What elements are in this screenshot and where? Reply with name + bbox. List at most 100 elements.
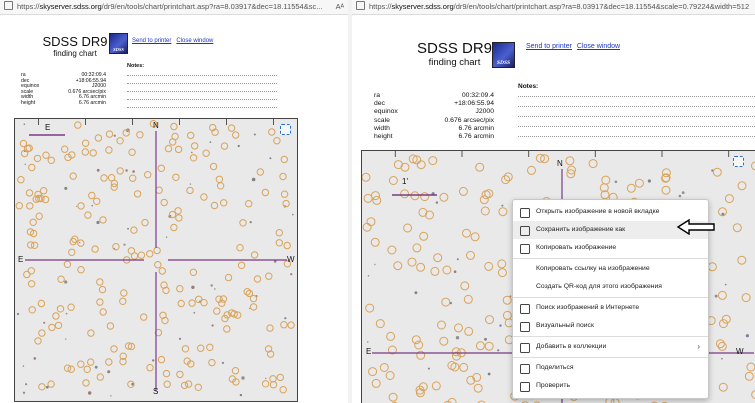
star: [499, 324, 502, 327]
address-bar[interactable]: https://skyserver.sdss.org/dr9/en/tools/…: [0, 0, 348, 15]
star: [678, 194, 682, 198]
star: [456, 258, 459, 261]
star: [65, 312, 68, 315]
star: [110, 395, 112, 397]
star: [724, 283, 727, 286]
send-to-printer-link[interactable]: Send to printer: [132, 38, 171, 44]
fullscreen-icon[interactable]: [280, 124, 291, 135]
menu-separator: [513, 258, 708, 259]
star: [745, 334, 749, 338]
context-menu-item[interactable]: Добавить в коллекции ›: [513, 338, 708, 356]
star: [367, 341, 369, 343]
param-row: scale 0.676 arcsec/pix: [374, 117, 494, 125]
star: [455, 336, 460, 340]
star: [43, 321, 46, 324]
star: [414, 291, 418, 295]
star: [210, 284, 213, 287]
context-menu-item[interactable]: Визуальный поиск: [513, 317, 708, 335]
context-menu-label: Создать QR-код для этого изображения: [536, 283, 662, 290]
header-links: Send to printer Close window: [526, 43, 625, 50]
context-menu-item[interactable]: Создать QR-код для этого изображения: [513, 278, 708, 296]
star: [647, 179, 651, 183]
compass-east-top: E: [45, 123, 51, 132]
star: [484, 337, 487, 341]
notes-line: [127, 107, 277, 108]
sdss-logo-text: SDSS: [113, 47, 124, 52]
close-window-link[interactable]: Close window: [176, 38, 213, 44]
star: [453, 270, 457, 273]
context-menu-item[interactable]: Поделиться: [513, 359, 708, 377]
context-menu-label: Открыть изображение в новой вкладке: [536, 208, 660, 215]
url-path: /dr9/en/tools/chart/printchart.asp?ra=8.…: [101, 2, 323, 11]
context-menu-item[interactable]: Копировать ссылку на изображение: [513, 260, 708, 278]
finding-chart-image[interactable]: N S E W E: [14, 118, 298, 402]
url-path: /dr9/en/tools/chart/printchart.asp?ra=8.…: [453, 2, 750, 11]
star: [241, 376, 245, 380]
star: [714, 294, 718, 298]
context-menu-label: Поделиться: [536, 364, 574, 371]
page-content: SDSS DR9 finding chart SDSS Send to prin…: [0, 14, 348, 403]
share-icon: [520, 364, 530, 374]
param-row: height 6.76 arcmin: [374, 133, 494, 141]
reader-mode-icon[interactable]: Aᴬ: [336, 0, 344, 14]
param-key: width: [374, 124, 390, 132]
param-value: 6.76 arcmin: [458, 124, 494, 132]
star: [22, 391, 26, 394]
star: [96, 220, 100, 225]
star: [221, 361, 225, 365]
param-key: equinox: [374, 108, 398, 116]
star: [211, 324, 214, 327]
context-menu-label: Визуальный поиск: [536, 322, 594, 329]
param-value: 00:32:09.4: [461, 92, 494, 99]
param-value: 6.76 arcmin: [78, 99, 106, 106]
params-table: ra 00:32:09.4 dec +18:06:55.94 equinox J2000 s…: [21, 72, 106, 106]
notes-line: [127, 99, 277, 100]
param-row: dec +18:06:55.94: [374, 100, 494, 108]
fullscreen-icon[interactable]: [733, 156, 744, 167]
close-window-link[interactable]: Close window: [577, 43, 620, 50]
star: [435, 201, 439, 204]
left-browser-window: https://skyserver.sdss.org/dr9/en/tools/…: [0, 0, 349, 403]
sdss-logo: SDSS: [109, 33, 128, 54]
star: [132, 170, 135, 173]
menu-separator: [513, 297, 708, 298]
collections-icon: [520, 343, 530, 353]
context-menu-item[interactable]: Проверить: [513, 377, 708, 395]
star: [427, 367, 430, 370]
param-key: height: [21, 99, 36, 106]
save-image-icon: [520, 226, 530, 236]
send-to-printer-link[interactable]: Send to printer: [526, 43, 572, 50]
star: [113, 134, 116, 137]
arrow-annotation-icon: [676, 219, 715, 235]
param-row: ra 00:32:09.4: [374, 92, 494, 100]
param-key: dec: [374, 100, 385, 108]
compass-south: S: [153, 387, 159, 396]
param-key: height: [374, 132, 393, 140]
star: [178, 337, 182, 340]
address-bar[interactable]: https://skyserver.sdss.org/dr9/en/tools/…: [352, 0, 755, 15]
param-row: width 6.76 arcmin: [374, 125, 494, 133]
compass-north: N: [557, 159, 563, 168]
compass-east: E: [18, 255, 24, 264]
notes-line: [518, 136, 755, 137]
star: [165, 236, 168, 238]
context-menu-label: Сохранить изображение как: [536, 226, 626, 233]
context-menu-item[interactable]: Поиск изображений в Интернете: [513, 299, 708, 317]
context-menu-label: Проверить: [536, 382, 570, 389]
star: [79, 242, 81, 244]
notes-label: Notes:: [127, 63, 145, 69]
scale-label: 1': [402, 177, 408, 186]
star: [152, 359, 155, 362]
star: [127, 227, 129, 230]
header-links: Send to printer Close window: [132, 38, 218, 44]
context-menu-label: Копировать изображение: [536, 244, 617, 251]
chevron-right-icon: ›: [697, 342, 700, 351]
star: [253, 133, 256, 136]
notes-line: [127, 91, 277, 92]
compass-east: E: [366, 347, 372, 356]
page-info-icon[interactable]: [4, 1, 13, 10]
star: [33, 357, 37, 360]
context-menu-item[interactable]: Копировать изображение: [513, 239, 708, 257]
star: [681, 191, 685, 194]
page-info-icon[interactable]: [356, 1, 365, 10]
